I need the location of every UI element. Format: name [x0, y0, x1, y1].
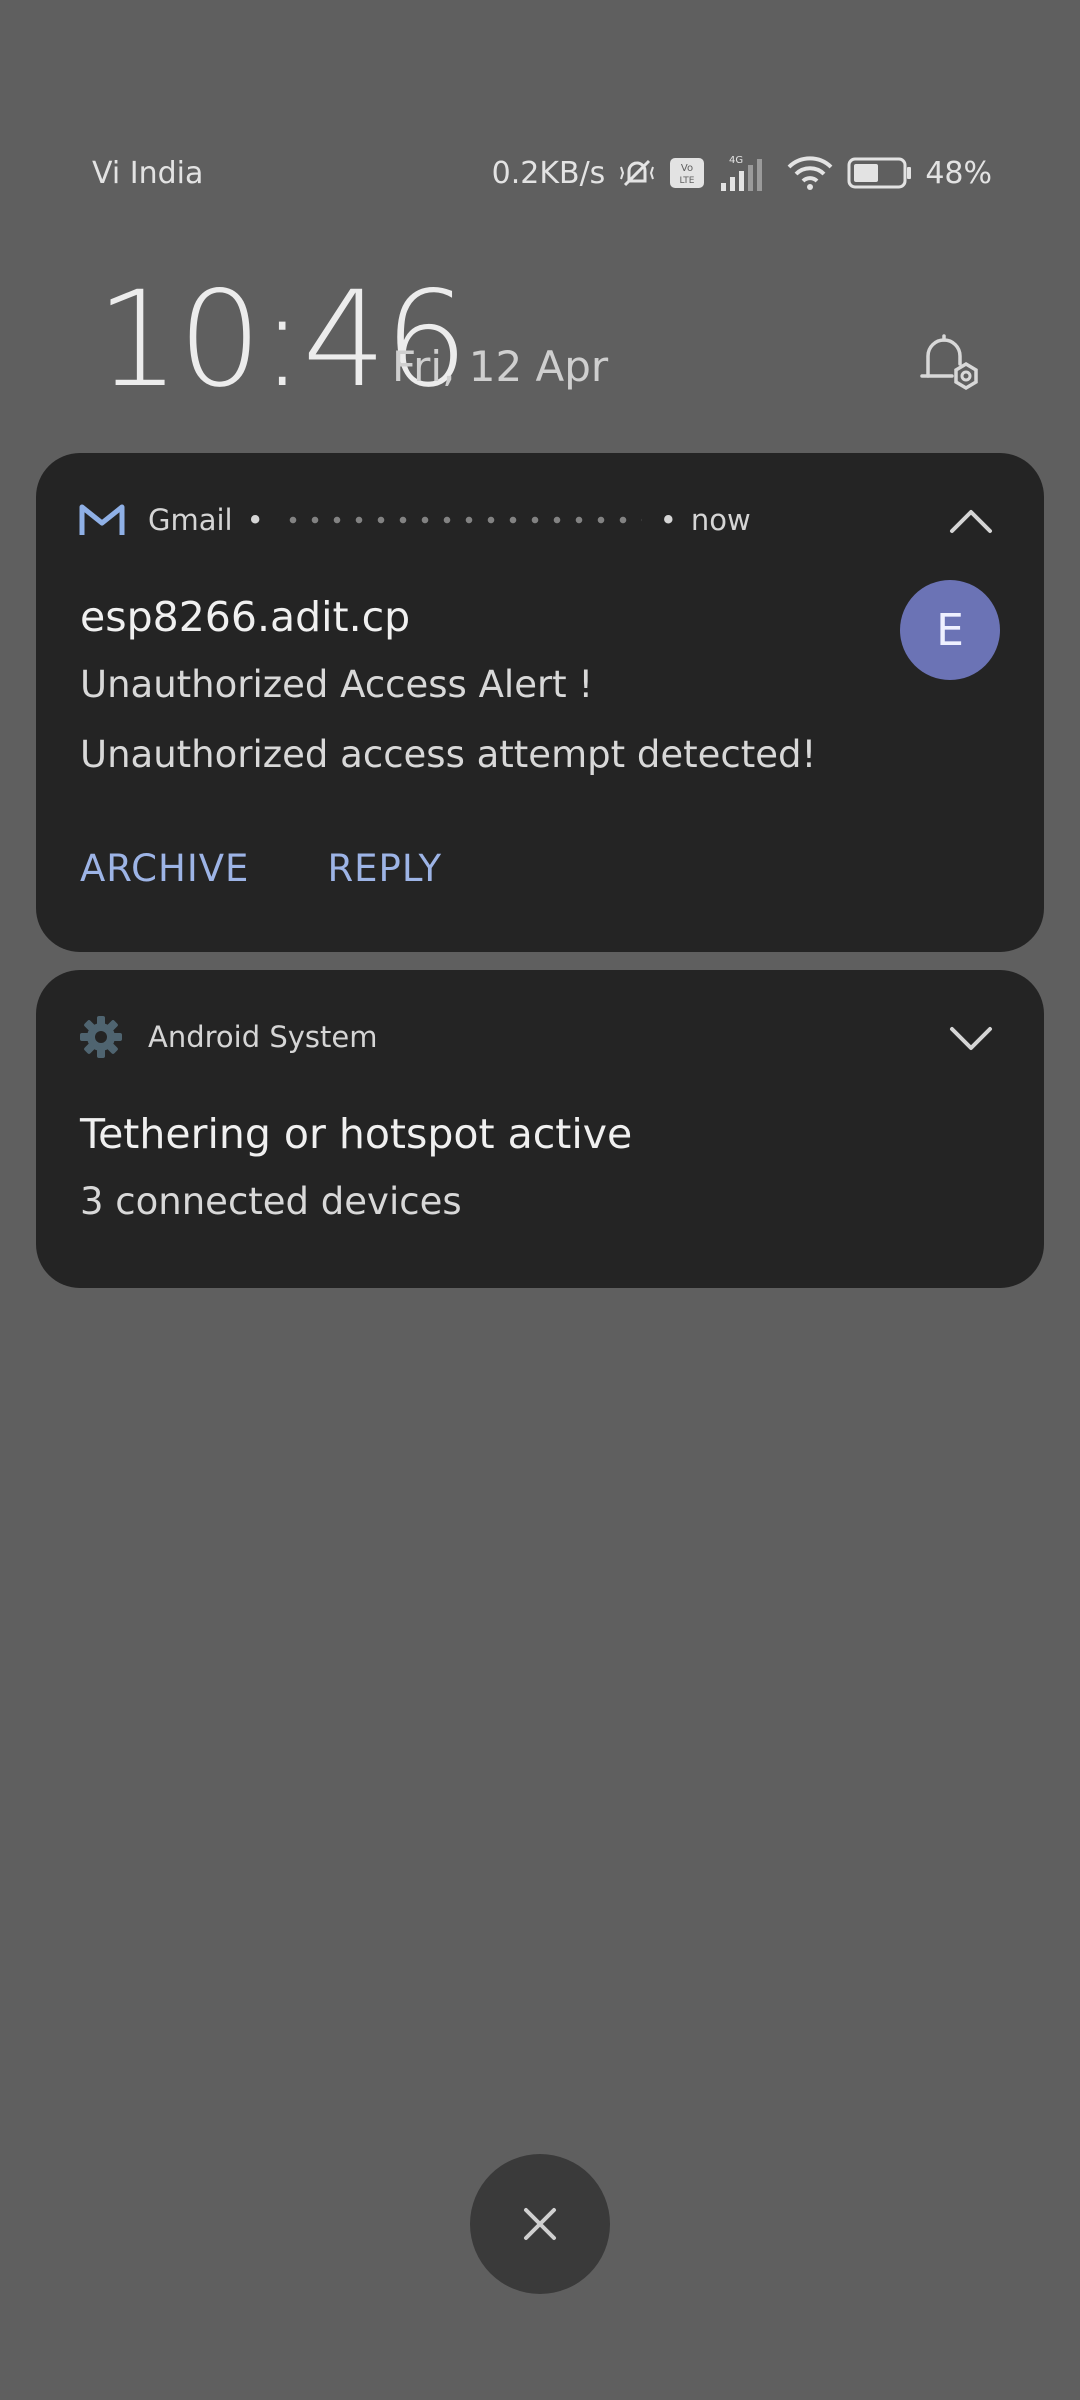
volte-icon: Vo LTE: [669, 157, 705, 189]
svg-text:LTE: LTE: [680, 176, 695, 186]
header-separator-2: •: [659, 503, 677, 537]
email-subject: Unauthorized Access Alert !: [80, 663, 594, 706]
gmail-app-name: Gmail: [148, 503, 233, 537]
network-speed: 0.2KB/s: [491, 155, 606, 191]
system-app-name: Android System: [148, 1020, 378, 1054]
vibrate-mute-icon: [617, 153, 657, 193]
carrier-name: Vi India: [92, 155, 204, 191]
notification-settings-icon[interactable]: [916, 326, 986, 396]
sender-avatar: E: [900, 580, 1000, 680]
svg-text:4G: 4G: [729, 155, 743, 166]
expand-chevron-down-icon[interactable]: [948, 1020, 994, 1054]
notification-time: now: [690, 503, 751, 537]
gmail-icon: [78, 495, 128, 545]
battery-percent: 48%: [925, 155, 992, 191]
collapse-chevron-up-icon[interactable]: [948, 503, 994, 537]
header-separator: •: [246, 503, 264, 537]
system-notification-subtitle: 3 connected devices: [80, 1180, 462, 1223]
close-icon: [524, 2208, 556, 2240]
redacted-account: [281, 515, 642, 525]
clock-date: Fri, 12 Apr: [392, 342, 609, 391]
gear-icon: [78, 1012, 128, 1062]
email-snippet: Unauthorized access attempt detected!: [80, 733, 817, 776]
system-notification-card[interactable]: Android System Tethering or hotspot acti…: [36, 970, 1044, 1288]
status-icons: 0.2KB/s Vo LTE 4G 48%: [492, 153, 992, 193]
system-notification-title: Tethering or hotspot active: [80, 1110, 633, 1158]
signal-icon: 4G: [717, 153, 773, 193]
email-sender: esp8266.adit.cp: [80, 593, 411, 641]
gmail-notification-header: Gmail • • now: [78, 495, 1002, 545]
notification-actions: ARCHIVE REPLY: [80, 847, 442, 890]
reply-button[interactable]: REPLY: [327, 847, 442, 890]
wifi-icon: [785, 153, 835, 193]
system-notification-header: Android System: [78, 1012, 1002, 1062]
gmail-notification-card[interactable]: Gmail • • now esp8266.adit.cp Unauthoriz…: [36, 453, 1044, 952]
archive-button[interactable]: ARCHIVE: [80, 847, 249, 890]
status-bar: Vi India 0.2KB/s Vo LTE 4G 48%: [92, 148, 992, 198]
lockscreen-clock: 10:46 Fri, 12 Apr: [96, 270, 996, 410]
clear-all-notifications-button[interactable]: [470, 2154, 610, 2294]
svg-text:Vo: Vo: [681, 163, 693, 174]
battery-icon: [847, 156, 913, 190]
